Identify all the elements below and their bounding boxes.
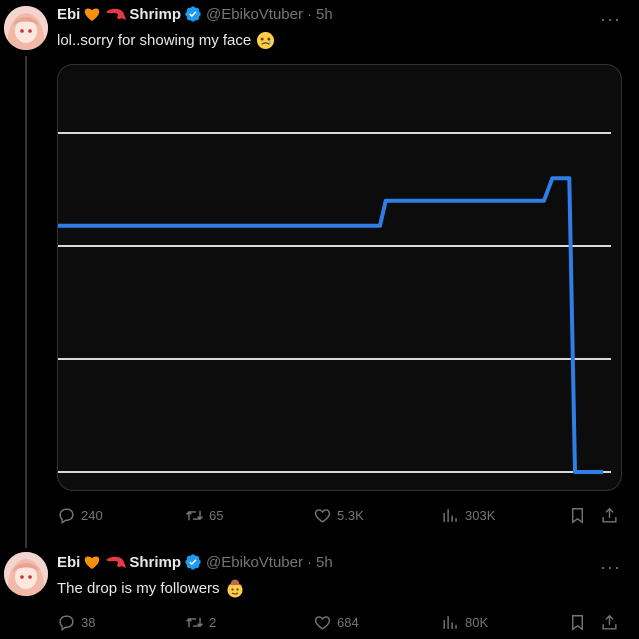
- like-count: 684: [337, 615, 359, 630]
- timestamp[interactable]: 5h: [316, 554, 333, 571]
- repost-icon: [186, 617, 203, 628]
- orange-heart-icon: [83, 554, 101, 570]
- repost-count: 2: [209, 615, 217, 630]
- series-line-0: [58, 176, 604, 474]
- tweet-text: The drop is my followers: [57, 578, 245, 598]
- avatar[interactable]: [4, 6, 48, 50]
- view-count: 80K: [465, 615, 489, 630]
- tweet-text: lol..sorry for showing my face: [57, 31, 275, 50]
- shrimp-icon: [104, 554, 127, 570]
- bookmark-icon: [572, 615, 583, 631]
- display-name-suffix[interactable]: Shrimp: [129, 6, 181, 23]
- reply-count: 240: [81, 508, 103, 523]
- separator: ·: [306, 553, 312, 571]
- like-button[interactable]: 684: [313, 613, 359, 632]
- tweet-media-image[interactable]: [57, 64, 622, 491]
- views-button[interactable]: 80K: [441, 613, 488, 632]
- like-button[interactable]: 5.3K: [313, 506, 364, 525]
- share-icon: [602, 507, 617, 523]
- cowboy-face-icon: [225, 578, 245, 598]
- bookmark-button[interactable]: [568, 613, 587, 632]
- verified-badge-icon[interactable]: [184, 5, 202, 23]
- bookmark-icon: [572, 508, 583, 524]
- repost-icon: [186, 510, 203, 521]
- tweet-header: Ebi Shrimp @EbikoVtuber · 5h: [57, 553, 333, 571]
- more-options-icon[interactable]: ···: [600, 10, 621, 28]
- tweet-actions: 38 2 684 80K: [57, 613, 624, 635]
- reply-icon: [59, 508, 74, 524]
- views-button[interactable]: 303K: [441, 506, 495, 525]
- display-name[interactable]: Ebi: [57, 6, 80, 23]
- reply-count: 38: [81, 615, 96, 630]
- tweet-actions: 240 65 5.3K 303K: [57, 506, 624, 528]
- share-button[interactable]: [600, 506, 619, 525]
- view-count: 303K: [465, 508, 496, 523]
- handle[interactable]: @EbikoVtuber: [206, 6, 303, 23]
- like-count: 5.3K: [337, 508, 364, 523]
- thread-connector-line: [25, 56, 27, 548]
- separator: ·: [306, 5, 312, 23]
- reply-button[interactable]: 38: [57, 613, 95, 632]
- repost-button[interactable]: 65: [185, 506, 223, 525]
- verified-badge-icon[interactable]: [184, 553, 202, 571]
- follower-graph: [58, 132, 611, 474]
- reply-icon: [59, 615, 74, 631]
- share-icon: [602, 614, 617, 630]
- analytics-icon: [443, 509, 457, 522]
- tweet-text-content: The drop is my followers: [57, 579, 220, 597]
- analytics-icon: [443, 616, 457, 629]
- avatar[interactable]: [4, 552, 48, 596]
- share-button[interactable]: [600, 613, 619, 632]
- handle[interactable]: @EbikoVtuber: [206, 554, 303, 571]
- tweet-header: Ebi Shrimp @EbikoVtuber · 5h: [57, 5, 333, 23]
- repost-count: 65: [209, 508, 224, 523]
- heart-icon: [314, 616, 331, 630]
- shrimp-icon: [104, 6, 127, 22]
- orange-heart-icon: [83, 6, 101, 22]
- more-options-icon[interactable]: ···: [600, 558, 621, 576]
- face-holding-back-tears-icon: [256, 31, 275, 50]
- bookmark-button[interactable]: [568, 506, 587, 525]
- reply-button[interactable]: 240: [57, 506, 103, 525]
- heart-icon: [314, 509, 331, 523]
- display-name[interactable]: Ebi: [57, 554, 80, 571]
- display-name-suffix[interactable]: Shrimp: [129, 554, 181, 571]
- timestamp[interactable]: 5h: [316, 6, 333, 23]
- tweet-text-content: lol..sorry for showing my face: [57, 32, 252, 49]
- repost-button[interactable]: 2: [185, 613, 216, 632]
